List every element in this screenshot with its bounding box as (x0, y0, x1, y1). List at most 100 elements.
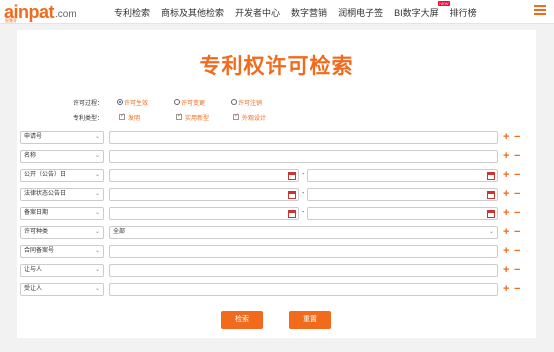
field-row: 申请号 ⌄ + − (20, 131, 523, 144)
field-selector[interactable]: 合同备案号 ⌄ (20, 245, 104, 258)
text-input[interactable] (109, 131, 498, 144)
radio-checked-icon (117, 99, 123, 105)
text-input[interactable] (109, 283, 498, 296)
radio-license-effective[interactable]: 许可生效 (117, 98, 148, 107)
date-range-separator: - (302, 190, 305, 197)
date-range-separator: - (302, 171, 305, 178)
add-row-icon[interactable]: + (503, 284, 509, 295)
field-selector-label: 名称 (24, 153, 37, 159)
calendar-icon[interactable] (487, 191, 495, 199)
calendar-icon[interactable] (288, 172, 296, 180)
nav-trademark-search[interactable]: 商标及其他检索 (161, 6, 224, 19)
reset-button[interactable]: 重置 (289, 311, 331, 329)
calendar-icon[interactable] (487, 172, 495, 180)
remove-row-icon[interactable]: − (514, 265, 520, 276)
chevron-down-icon: ⌄ (94, 172, 100, 178)
remove-row-icon[interactable]: − (514, 170, 520, 181)
remove-row-icon[interactable]: − (514, 151, 520, 162)
field-selector-label: 让与人 (24, 267, 43, 273)
add-row-icon[interactable]: + (503, 246, 509, 257)
license-type-select[interactable]: 全部 ⌄ (109, 226, 498, 239)
field-selector[interactable]: 受让人 ⌄ (20, 283, 104, 296)
chevron-down-icon: ⌄ (94, 267, 100, 273)
chevron-down-icon: ⌄ (94, 153, 100, 159)
chevron-down-icon: ⌄ (94, 286, 100, 292)
text-input[interactable] (109, 150, 498, 163)
logo-domain: .com (55, 8, 77, 20)
text-input[interactable] (109, 245, 498, 258)
field-selector[interactable]: 许可种类 ⌄ (20, 226, 104, 239)
field-selector[interactable]: 名称 ⌄ (20, 150, 104, 163)
field-selector[interactable]: 申请号 ⌄ (20, 131, 104, 144)
field-selector-label: 受让人 (24, 286, 43, 292)
calendar-icon[interactable] (487, 210, 495, 218)
chevron-down-icon: ⌄ (94, 210, 100, 216)
field-selector[interactable]: 备案日期 ⌄ (20, 207, 104, 220)
radio-license-change[interactable]: 许可变更 (174, 98, 205, 107)
nav-digital-marketing[interactable]: 数字营销 (291, 6, 327, 19)
add-row-icon[interactable]: + (503, 132, 509, 143)
checkbox-invention[interactable]: 发明 (119, 112, 140, 122)
checkbox-label: 实用新型 (185, 115, 210, 122)
remove-row-icon[interactable]: − (514, 227, 520, 238)
chevron-down-icon: ⌄ (94, 191, 100, 197)
remove-row-icon[interactable]: − (514, 208, 520, 219)
radio-label: 许可变更 (181, 100, 206, 107)
logo[interactable]: ainpat .com 智慧芽 (4, 2, 77, 23)
add-row-icon[interactable]: + (503, 208, 509, 219)
search-panel: 专利权许可检索 许可过程： 许可生效 许可变更 许可注销 专利类型： 发明 实用… (17, 30, 536, 338)
field-row: 合同备案号 ⌄ + − (20, 245, 523, 258)
chevron-down-icon: ⌄ (488, 229, 494, 235)
checkbox-checked-icon (233, 112, 239, 120)
field-row: 让与人 ⌄ + − (20, 264, 523, 277)
field-selector[interactable]: 公开（公告）日 ⌄ (20, 169, 104, 182)
field-selector-label: 许可种类 (24, 229, 49, 235)
nav-patent-search[interactable]: 专利检索 (114, 6, 150, 19)
new-badge: NEW (438, 0, 450, 6)
date-from-input[interactable] (109, 207, 299, 220)
field-selector[interactable]: 法律状态公告日 ⌄ (20, 188, 104, 201)
nav-developer-center[interactable]: 开发者中心 (235, 6, 280, 19)
top-navbar: ainpat .com 智慧芽 专利检索 商标及其他检索 开发者中心 数字营销 … (0, 0, 554, 24)
add-row-icon[interactable]: + (503, 170, 509, 181)
nav-bi-screen[interactable]: BI数字大屏 NEW (394, 0, 450, 19)
logo-subtext: 智慧芽 (5, 18, 17, 23)
nav-e-sign[interactable]: 润桐电子签 (338, 6, 383, 19)
date-to-input[interactable] (307, 207, 498, 220)
checkbox-utility-model[interactable]: 实用新型 (176, 112, 210, 122)
date-from-input[interactable] (109, 188, 299, 201)
remove-row-icon[interactable]: − (514, 189, 520, 200)
field-row: 名称 ⌄ + − (20, 150, 523, 163)
radio-license-cancel[interactable]: 许可注销 (231, 98, 262, 107)
search-button[interactable]: 检索 (221, 311, 263, 329)
radio-icon (231, 99, 237, 105)
nav-ranking[interactable]: 排行榜 (450, 6, 477, 19)
add-row-icon[interactable]: + (503, 189, 509, 200)
field-selector[interactable]: 让与人 ⌄ (20, 264, 104, 277)
field-selector-label: 备案日期 (24, 210, 49, 216)
hamburger-menu-icon[interactable] (534, 5, 546, 17)
add-row-icon[interactable]: + (503, 151, 509, 162)
calendar-icon[interactable] (288, 191, 296, 199)
field-selector-label: 申请号 (24, 134, 43, 140)
remove-row-icon[interactable]: − (514, 246, 520, 257)
main-nav: 专利检索 商标及其他检索 开发者中心 数字营销 润桐电子签 BI数字大屏 NEW… (114, 0, 488, 24)
checkbox-design[interactable]: 外观设计 (233, 112, 266, 122)
remove-row-icon[interactable]: − (514, 284, 520, 295)
radio-icon (174, 99, 180, 105)
checkbox-checked-icon (119, 112, 125, 120)
add-row-icon[interactable]: + (503, 265, 509, 276)
patent-type-label: 专利类型： (72, 115, 103, 122)
date-to-input[interactable] (307, 188, 498, 201)
field-selector-label: 法律状态公告日 (24, 191, 67, 197)
radio-label: 许可注销 (238, 100, 263, 107)
calendar-icon[interactable] (288, 210, 296, 218)
text-input[interactable] (109, 264, 498, 277)
field-row: 公开（公告）日 ⌄ - + − (20, 169, 523, 182)
date-to-input[interactable] (307, 169, 498, 182)
license-type-value: 全部 (113, 229, 126, 235)
remove-row-icon[interactable]: − (514, 132, 520, 143)
add-row-icon[interactable]: + (503, 227, 509, 238)
nav-bi-screen-label: BI数字大屏 (394, 7, 439, 18)
date-from-input[interactable] (109, 169, 299, 182)
